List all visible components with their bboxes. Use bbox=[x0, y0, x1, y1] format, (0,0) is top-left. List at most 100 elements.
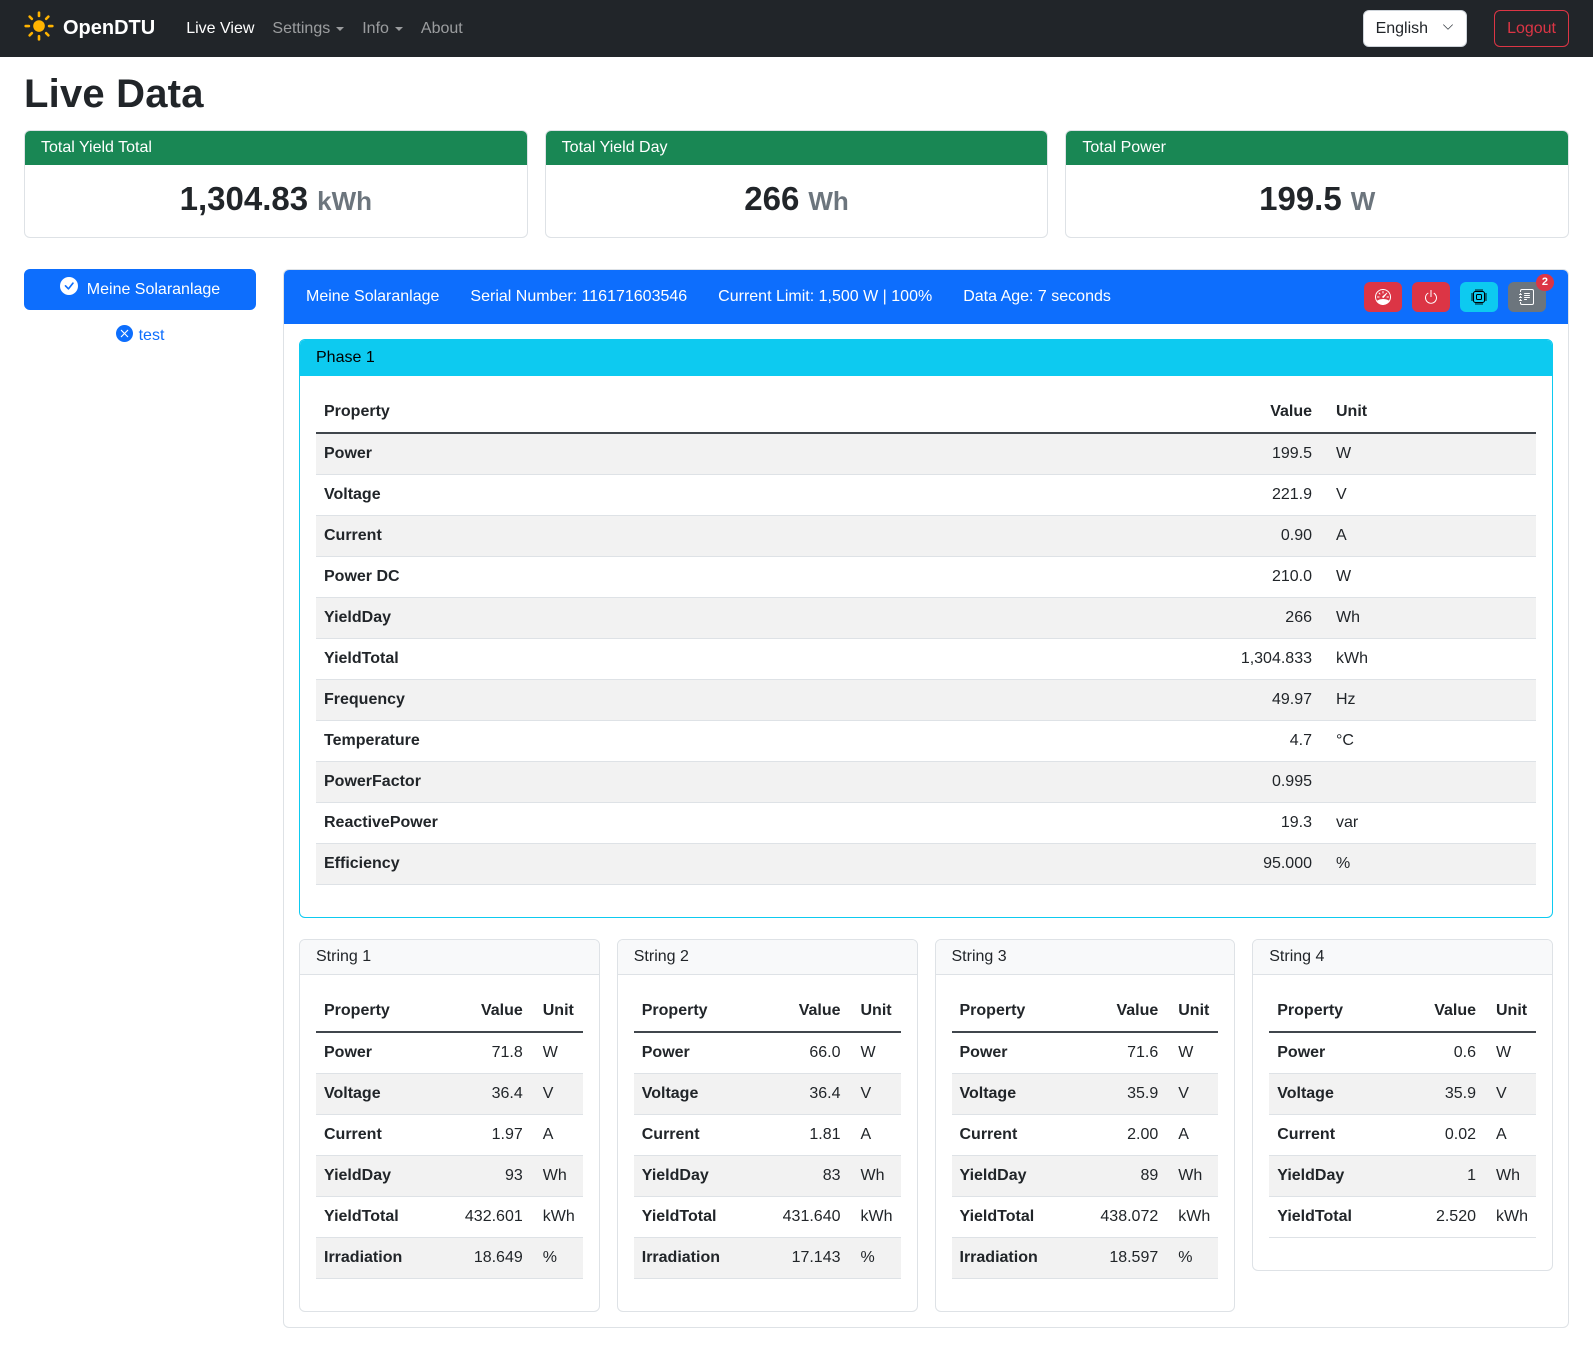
row-value: 432.601 bbox=[457, 1197, 531, 1238]
column-value: Value bbox=[1092, 991, 1166, 1032]
string-card-4: String 4 Property Value Unit bbox=[1252, 939, 1553, 1271]
row-property: Current bbox=[634, 1115, 775, 1156]
table-row: Irradiation 18.649 % bbox=[316, 1238, 583, 1279]
row-property: YieldTotal bbox=[634, 1197, 775, 1238]
column-unit: Unit bbox=[531, 991, 583, 1032]
column-value: Value bbox=[1412, 991, 1484, 1032]
summary-card: Total Yield Total 1,304.83kWh bbox=[24, 130, 528, 238]
row-value: 431.640 bbox=[775, 1197, 849, 1238]
row-property: YieldTotal bbox=[316, 1197, 457, 1238]
table-header-row: Property Value Unit bbox=[316, 392, 1536, 433]
nav-settings-label: Settings bbox=[272, 20, 330, 37]
row-unit bbox=[1320, 762, 1536, 803]
row-property: Irradiation bbox=[634, 1238, 775, 1279]
row-unit: Hz bbox=[1320, 680, 1536, 721]
nav-about[interactable]: About bbox=[412, 12, 472, 46]
string-card-1: String 1 Property Value Unit bbox=[299, 939, 600, 1312]
row-property: Frequency bbox=[316, 680, 1202, 721]
row-value: 1,304.833 bbox=[1202, 639, 1320, 680]
device-info-button[interactable] bbox=[1460, 282, 1498, 312]
row-value: 1.97 bbox=[457, 1115, 531, 1156]
power-button[interactable] bbox=[1412, 282, 1450, 312]
string-body: Property Value Unit Power bbox=[300, 975, 599, 1311]
nav-settings-dropdown[interactable]: Settings bbox=[263, 12, 353, 46]
table-row: YieldTotal 432.601 kWh bbox=[316, 1197, 583, 1238]
table-row: YieldTotal 438.072 kWh bbox=[952, 1197, 1219, 1238]
sun-icon bbox=[24, 11, 54, 47]
row-property: Power bbox=[1269, 1032, 1412, 1074]
inverter-select-button[interactable]: Meine Solaranlage bbox=[24, 269, 256, 310]
row-property: YieldDay bbox=[316, 1156, 457, 1197]
inverter-limit: Current Limit: 1,500 W | 100% bbox=[718, 288, 932, 306]
limit-settings-button[interactable] bbox=[1364, 282, 1402, 312]
row-property: Voltage bbox=[952, 1074, 1093, 1115]
column-unit: Unit bbox=[1166, 991, 1218, 1032]
row-value: 266 bbox=[1202, 598, 1320, 639]
row-property: Irradiation bbox=[952, 1238, 1093, 1279]
navbar-right: English Logout bbox=[1363, 10, 1569, 48]
nav-live-view[interactable]: Live View bbox=[177, 12, 263, 46]
column-value: Value bbox=[775, 991, 849, 1032]
row-property: ReactivePower bbox=[316, 803, 1202, 844]
row-unit: Wh bbox=[1166, 1156, 1218, 1197]
row-property: Power bbox=[316, 433, 1202, 475]
string-title: String 2 bbox=[618, 940, 917, 975]
event-log-button[interactable]: 2 bbox=[1508, 282, 1546, 312]
row-value: 0.6 bbox=[1412, 1032, 1484, 1074]
row-value: 19.3 bbox=[1202, 803, 1320, 844]
row-value: 2.00 bbox=[1092, 1115, 1166, 1156]
logout-button[interactable]: Logout bbox=[1494, 10, 1569, 48]
navbar-left: OpenDTU Live View Settings Info About bbox=[24, 11, 472, 47]
table-row: Power DC 210.0 W bbox=[316, 557, 1536, 598]
table-row: Current 0.02 A bbox=[1269, 1115, 1536, 1156]
column-value: Value bbox=[457, 991, 531, 1032]
row-unit: W bbox=[1166, 1032, 1218, 1074]
column-property: Property bbox=[1269, 991, 1412, 1032]
x-circle-icon bbox=[116, 325, 133, 347]
language-select[interactable]: English bbox=[1363, 10, 1467, 48]
table-row: Voltage 36.4 V bbox=[316, 1074, 583, 1115]
inverter-card: Meine Solaranlage Serial Number: 1161716… bbox=[283, 269, 1569, 1328]
row-value: 36.4 bbox=[775, 1074, 849, 1115]
event-count-badge: 2 bbox=[1536, 274, 1554, 291]
row-unit: % bbox=[849, 1238, 901, 1279]
table-row: Irradiation 17.143 % bbox=[634, 1238, 901, 1279]
row-property: YieldDay bbox=[1269, 1156, 1412, 1197]
column-property: Property bbox=[316, 991, 457, 1032]
row-value: 0.995 bbox=[1202, 762, 1320, 803]
inverter-item-test[interactable]: test bbox=[24, 325, 256, 347]
row-property: Current bbox=[316, 516, 1202, 557]
row-value: 35.9 bbox=[1092, 1074, 1166, 1115]
table-header-row: Property Value Unit bbox=[316, 991, 583, 1032]
row-property: Irradiation bbox=[316, 1238, 457, 1279]
row-unit: W bbox=[1320, 433, 1536, 475]
row-unit: Wh bbox=[1484, 1156, 1536, 1197]
row-unit: kWh bbox=[1166, 1197, 1218, 1238]
page-title: Live Data bbox=[24, 72, 1569, 117]
row-value: 1 bbox=[1412, 1156, 1484, 1197]
row-property: Voltage bbox=[1269, 1074, 1412, 1115]
string-title: String 4 bbox=[1253, 940, 1552, 975]
row-value: 93 bbox=[457, 1156, 531, 1197]
row-property: PowerFactor bbox=[316, 762, 1202, 803]
row-unit: Wh bbox=[849, 1156, 901, 1197]
table-row: ReactivePower 19.3 var bbox=[316, 803, 1536, 844]
row-unit: V bbox=[531, 1074, 583, 1115]
row-unit: W bbox=[849, 1032, 901, 1074]
inverter-serial: Serial Number: 116171603546 bbox=[470, 288, 687, 306]
nav-info-dropdown[interactable]: Info bbox=[353, 12, 412, 46]
strings-row: String 1 Property Value Unit bbox=[299, 939, 1553, 1312]
table-row: Power 0.6 W bbox=[1269, 1032, 1536, 1074]
row-value: 17.143 bbox=[775, 1238, 849, 1279]
table-row: YieldDay 83 Wh bbox=[634, 1156, 901, 1197]
inverter-data-age: Data Age: 7 seconds bbox=[963, 288, 1111, 306]
inverter-actions: 2 bbox=[1364, 282, 1546, 312]
row-property: Power bbox=[952, 1032, 1093, 1074]
row-value: 4.7 bbox=[1202, 721, 1320, 762]
row-property: Current bbox=[952, 1115, 1093, 1156]
table-row: Temperature 4.7 °C bbox=[316, 721, 1536, 762]
string-table: Property Value Unit Power bbox=[634, 991, 901, 1279]
row-value: 221.9 bbox=[1202, 475, 1320, 516]
brand-link[interactable]: OpenDTU bbox=[24, 11, 155, 47]
row-value: 2.520 bbox=[1412, 1197, 1484, 1238]
